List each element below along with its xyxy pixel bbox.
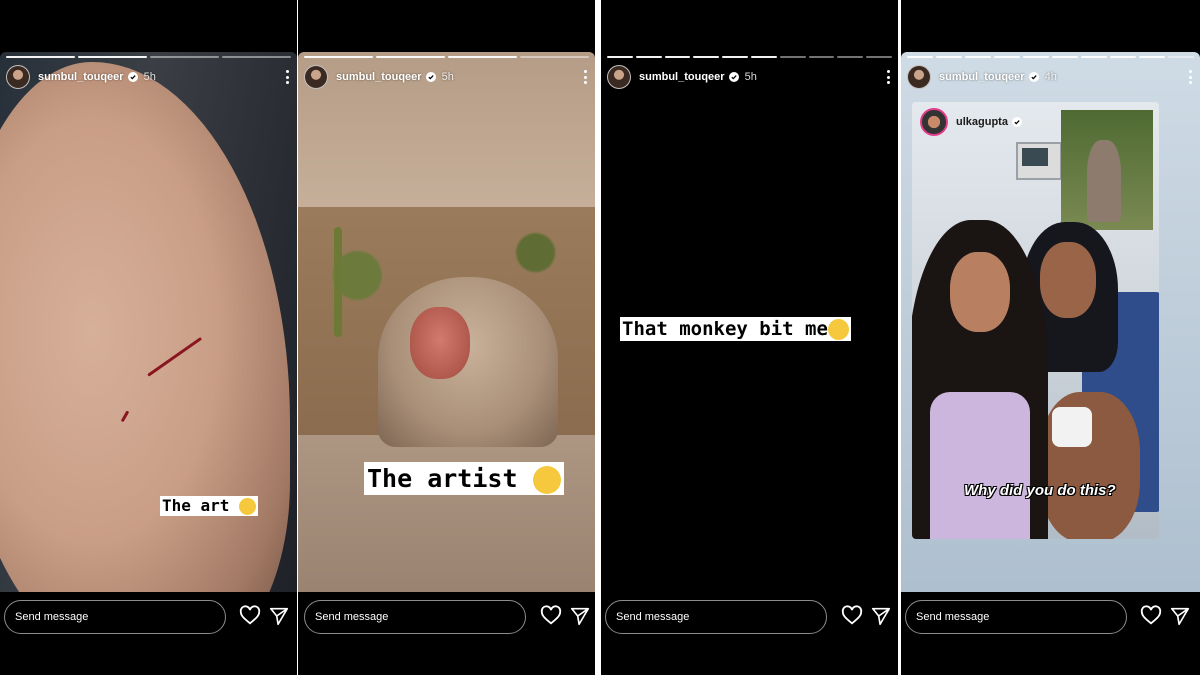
story-panel-4[interactable]: ulkagupta Why did you do this? sumbul_to… xyxy=(901,0,1200,675)
send-icon[interactable] xyxy=(1169,605,1191,627)
inset-monkey-photo xyxy=(1061,110,1153,230)
story-header: sumbul_touqeer 4h xyxy=(907,64,1192,90)
story-progress-bar xyxy=(907,56,1194,58)
story-panel-2[interactable]: sumbul_touqeer 5h The artist Send messag… xyxy=(298,0,595,675)
repost-header: ulkagupta xyxy=(920,108,1022,136)
send-icon[interactable] xyxy=(268,605,290,627)
sticker-text: That monkey bit me xyxy=(622,318,828,340)
verified-badge-icon xyxy=(728,72,739,82)
heart-icon[interactable] xyxy=(1140,605,1162,627)
story-footer: Send message xyxy=(0,592,297,675)
send-icon[interactable] xyxy=(870,605,892,627)
eye-roll-emoji-icon xyxy=(532,466,561,494)
story-footer: Send message xyxy=(298,592,595,675)
profile-avatar[interactable] xyxy=(6,65,30,89)
send-message-input[interactable]: Send message xyxy=(905,600,1127,634)
repost-avatar[interactable] xyxy=(920,108,948,136)
text-sticker: That monkey bit me xyxy=(620,317,851,341)
pleading-face-emoji-icon xyxy=(827,319,849,340)
repost-username[interactable]: ulkagupta xyxy=(956,116,1008,128)
text-sticker: The artist xyxy=(364,462,564,495)
more-options-icon[interactable] xyxy=(285,70,289,84)
username[interactable]: sumbul_touqeer xyxy=(336,71,422,83)
more-options-icon[interactable] xyxy=(886,70,890,84)
username[interactable]: sumbul_touqeer xyxy=(639,71,725,83)
verified-badge-icon xyxy=(127,72,138,82)
profile-avatar[interactable] xyxy=(304,65,328,89)
story-progress-bar xyxy=(6,56,291,58)
username[interactable]: sumbul_touqeer xyxy=(38,71,124,83)
story-panel-1[interactable]: sumbul_touqeer 5h The art Send message xyxy=(0,0,297,675)
sticker-text: The art xyxy=(162,496,230,515)
sticker-text: The artist xyxy=(367,464,518,493)
verified-badge-icon xyxy=(425,72,436,82)
story-footer: Send message xyxy=(601,592,898,675)
profile-avatar[interactable] xyxy=(907,65,931,89)
send-icon[interactable] xyxy=(569,605,591,627)
story-progress-bar xyxy=(304,56,589,58)
heart-icon[interactable] xyxy=(841,605,863,627)
send-message-input[interactable]: Send message xyxy=(4,600,226,634)
profile-avatar[interactable] xyxy=(607,65,631,89)
story-media-monkey-photo xyxy=(298,52,595,592)
story-panel-3[interactable]: sumbul_touqeer 5h That monkey bit me Sen… xyxy=(601,0,898,675)
repost-caption: Why did you do this? xyxy=(964,482,1116,499)
confused-face-emoji-icon xyxy=(239,498,257,515)
post-time: 5h xyxy=(143,71,156,83)
reposted-story-card[interactable]: ulkagupta Why did you do this? xyxy=(912,102,1159,539)
story-footer: Send message xyxy=(901,592,1200,675)
more-options-icon[interactable] xyxy=(583,70,587,84)
story-header: sumbul_touqeer 5h xyxy=(607,64,890,90)
heart-icon[interactable] xyxy=(239,605,261,627)
post-time: 5h xyxy=(744,71,757,83)
post-time: 5h xyxy=(441,71,454,83)
verified-badge-icon xyxy=(1011,117,1022,127)
story-progress-bar xyxy=(607,56,892,58)
more-options-icon[interactable] xyxy=(1188,70,1192,84)
story-media-repost: ulkagupta Why did you do this? xyxy=(901,52,1200,592)
story-header: sumbul_touqeer 5h xyxy=(304,64,587,90)
heart-icon[interactable] xyxy=(540,605,562,627)
post-time: 4h xyxy=(1044,71,1057,83)
verified-badge-icon xyxy=(1028,72,1039,82)
text-sticker: The art xyxy=(160,496,259,516)
story-header: sumbul_touqeer 5h xyxy=(6,64,289,90)
send-message-input[interactable]: Send message xyxy=(304,600,526,634)
username[interactable]: sumbul_touqeer xyxy=(939,71,1025,83)
send-message-input[interactable]: Send message xyxy=(605,600,827,634)
